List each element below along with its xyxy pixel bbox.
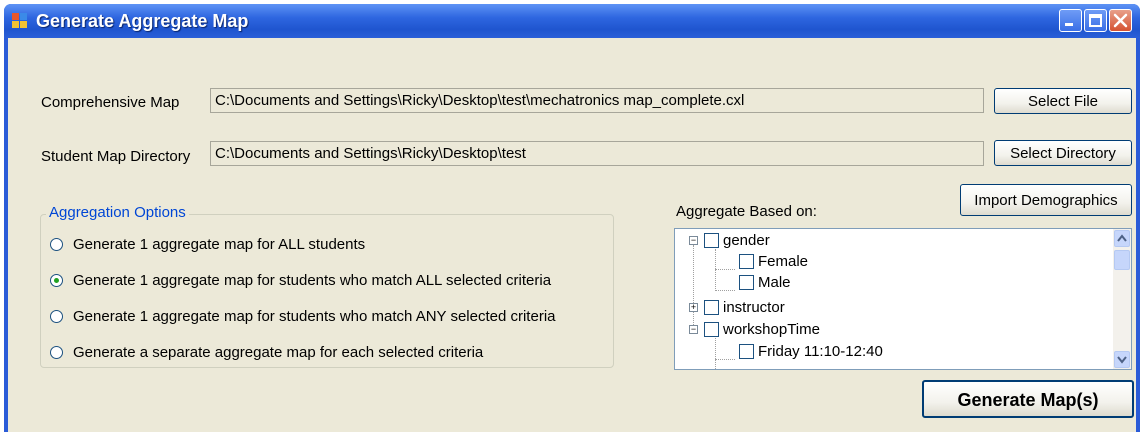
window-title: Generate Aggregate Map bbox=[36, 11, 249, 31]
app-icon bbox=[12, 13, 28, 29]
tree-node-friday[interactable]: Friday 11:10-12:40 bbox=[739, 341, 883, 361]
tree-node-workshoptime[interactable]: − workshopTime bbox=[689, 319, 820, 339]
checkbox[interactable] bbox=[739, 274, 754, 290]
radio-button[interactable] bbox=[50, 345, 63, 359]
select-file-button[interactable]: Select File bbox=[994, 88, 1132, 114]
checkbox[interactable] bbox=[704, 321, 719, 337]
option-all-students[interactable]: Generate 1 aggregate map for ALL student… bbox=[50, 234, 365, 254]
tree-scrollbar[interactable] bbox=[1113, 229, 1131, 369]
radio-selected-dot bbox=[54, 277, 59, 283]
student-map-directory-label: Student Map Directory bbox=[41, 148, 191, 165]
tree-node-label: gender bbox=[723, 231, 770, 249]
scroll-thumb[interactable] bbox=[1114, 250, 1130, 270]
collapse-icon[interactable]: − bbox=[689, 324, 698, 334]
import-demographics-button[interactable]: Import Demographics bbox=[960, 184, 1132, 216]
criteria-tree[interactable]: − gender Female Male + instructor − work… bbox=[674, 228, 1132, 370]
tree-node-label: workshopTime bbox=[723, 320, 820, 338]
maximize-icon bbox=[1089, 14, 1102, 27]
chevron-up-icon bbox=[1117, 234, 1127, 242]
aggregation-options-title: Aggregation Options bbox=[46, 204, 189, 221]
checkbox[interactable] bbox=[739, 253, 754, 269]
dialog-body: Comprehensive Map C:\Documents and Setti… bbox=[8, 38, 1136, 432]
tree-node-gender[interactable]: − gender bbox=[689, 230, 770, 250]
comprehensive-map-label: Comprehensive Map bbox=[41, 94, 180, 111]
minimize-button[interactable] bbox=[1059, 9, 1082, 32]
option-match-all-criteria[interactable]: Generate 1 aggregate map for students wh… bbox=[50, 270, 551, 290]
tree-node-label: instructor bbox=[723, 298, 785, 316]
tree-node-label: Male bbox=[758, 273, 791, 291]
close-button[interactable] bbox=[1109, 9, 1132, 32]
radio-button[interactable] bbox=[50, 237, 63, 251]
scroll-down-button[interactable] bbox=[1114, 351, 1130, 368]
generate-maps-button[interactable]: Generate Map(s) bbox=[922, 380, 1134, 418]
maximize-button[interactable] bbox=[1084, 9, 1107, 32]
student-map-directory-field[interactable]: C:\Documents and Settings\Ricky\Desktop\… bbox=[210, 141, 984, 166]
aggregate-based-on-label: Aggregate Based on: bbox=[676, 203, 817, 220]
option-label: Generate 1 aggregate map for students wh… bbox=[73, 307, 556, 325]
checkbox[interactable] bbox=[739, 343, 754, 359]
tree-node-male[interactable]: Male bbox=[739, 272, 791, 292]
collapse-icon[interactable]: − bbox=[689, 235, 698, 245]
checkbox[interactable] bbox=[704, 232, 719, 248]
tree-node-label: Female bbox=[758, 252, 809, 270]
minimize-icon bbox=[1065, 23, 1073, 26]
close-icon bbox=[1113, 13, 1128, 28]
expand-icon[interactable]: + bbox=[689, 302, 698, 312]
option-match-any-criteria[interactable]: Generate 1 aggregate map for students wh… bbox=[50, 306, 556, 326]
checkbox[interactable] bbox=[704, 299, 719, 315]
option-separate-per-criteria[interactable]: Generate a separate aggregate map for ea… bbox=[50, 342, 483, 362]
title-bar[interactable]: Generate Aggregate Map bbox=[4, 4, 1140, 38]
tree-node-instructor[interactable]: + instructor bbox=[689, 297, 785, 317]
app-window: Generate Aggregate Map Comprehensive Map… bbox=[4, 4, 1140, 432]
option-label: Generate 1 aggregate map for students wh… bbox=[73, 271, 552, 289]
scroll-up-button[interactable] bbox=[1114, 230, 1130, 247]
tree-node-label: Friday 11:10-12:40 bbox=[758, 342, 883, 360]
option-label: Generate 1 aggregate map for ALL student… bbox=[73, 235, 366, 253]
chevron-down-icon bbox=[1117, 356, 1127, 364]
tree-node-female[interactable]: Female bbox=[739, 251, 808, 271]
option-label: Generate a separate aggregate map for ea… bbox=[73, 343, 484, 361]
select-directory-button[interactable]: Select Directory bbox=[994, 140, 1132, 166]
comprehensive-map-field[interactable]: C:\Documents and Settings\Ricky\Desktop\… bbox=[210, 88, 984, 113]
radio-button[interactable] bbox=[50, 309, 63, 323]
radio-button-selected[interactable] bbox=[50, 273, 63, 287]
